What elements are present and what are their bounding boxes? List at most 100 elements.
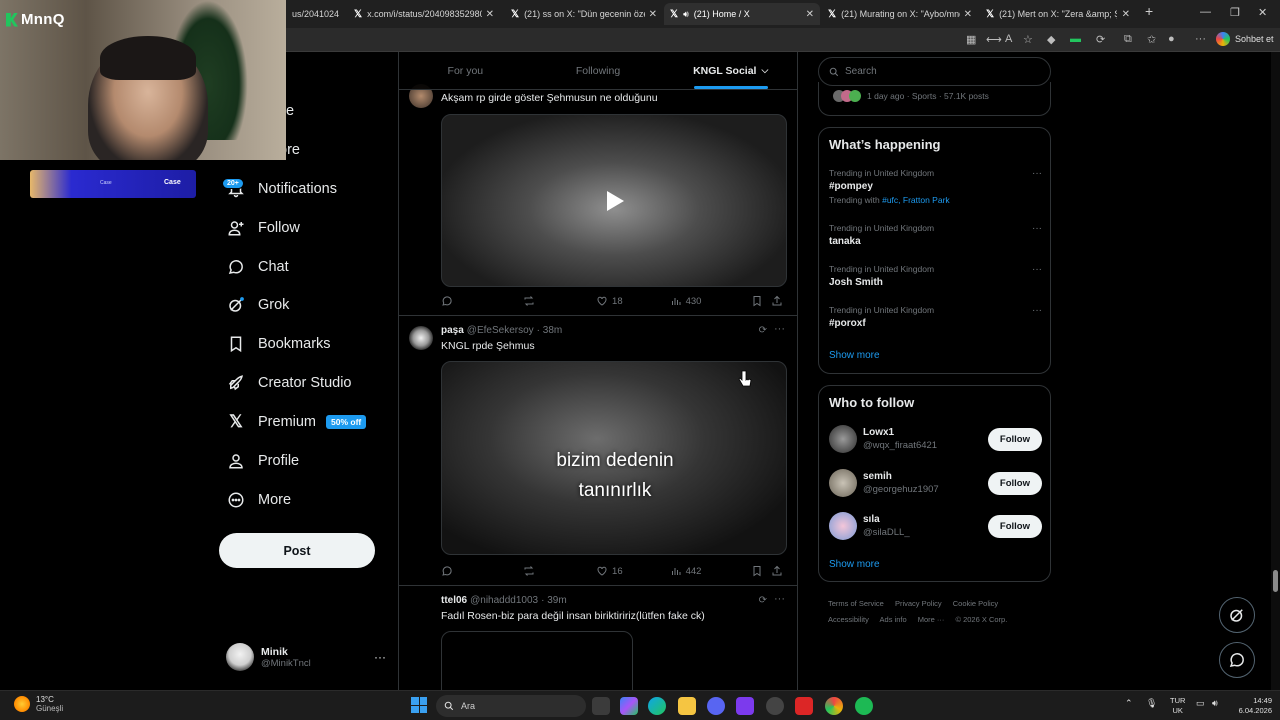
more-dots-icon[interactable]: ··· xyxy=(1032,168,1042,179)
more-dots-icon[interactable]: ··· xyxy=(774,593,785,605)
taskbar-search[interactable]: Ara xyxy=(436,695,586,717)
browser-tab-active[interactable]: 𝕏 🔊︎ (21) Home / X ✕ xyxy=(664,3,820,25)
menu-dots-icon[interactable]: ··· xyxy=(1195,33,1206,45)
grok-icon[interactable]: ⟳ xyxy=(759,595,767,606)
adobe-icon[interactable] xyxy=(795,697,813,715)
nav-item-partial-label[interactable]: e xyxy=(286,103,294,119)
more-dots-icon[interactable]: ··· xyxy=(374,650,386,664)
avatar[interactable] xyxy=(409,326,433,350)
system-clock[interactable]: 14:49 6.04.2026 xyxy=(1226,696,1272,716)
footer-link[interactable]: Privacy Policy xyxy=(895,599,942,608)
scrollbar-thumb[interactable] xyxy=(1273,570,1278,592)
sidebar-item-creator-studio[interactable]: Creator Studio xyxy=(226,370,352,396)
microphone-icon[interactable]: 🎙︎ xyxy=(1146,698,1157,709)
browser-tab[interactable]: 𝕏 (21) Mert on X: "Zera &amp; Şehm ✕ xyxy=(980,3,1136,25)
sidebar-item-profile[interactable]: Profile xyxy=(226,448,299,474)
follow-suggestion[interactable]: Lowx1 @wqx_firaat6421 Follow xyxy=(829,422,1042,456)
copilot-icon[interactable] xyxy=(620,697,638,715)
trend-item[interactable]: Trending in United Kingdom Josh Smith ··… xyxy=(829,264,1042,288)
extension-green-icon[interactable]: ▬ xyxy=(1070,33,1081,45)
page-scrollbar[interactable] xyxy=(1271,52,1280,690)
live-event-card[interactable]: 1 day ago · Sports · 57.1K posts xyxy=(818,82,1051,116)
show-more-link[interactable]: Show more xyxy=(829,559,880,570)
close-icon[interactable]: ✕ xyxy=(960,9,972,20)
more-dots-icon[interactable]: ··· xyxy=(1032,223,1042,234)
tab-following[interactable]: Following xyxy=(532,52,665,89)
follow-button[interactable]: Follow xyxy=(987,427,1042,451)
trend-item[interactable]: Trending in United Kingdom #poroxf ··· xyxy=(829,305,1042,329)
footer-link[interactable]: Terms of Service xyxy=(828,599,884,608)
extension-icon[interactable]: ◆ xyxy=(1047,33,1055,46)
bookmark-button[interactable] xyxy=(751,295,771,307)
more-dots-icon[interactable]: ··· xyxy=(1032,305,1042,316)
chat-fab-button[interactable] xyxy=(1219,642,1255,678)
close-icon[interactable]: ✕ xyxy=(482,9,494,20)
footer-link[interactable]: More ··· xyxy=(918,615,945,624)
post[interactable]: ttel06 @nihaddd1003 · 39m ⟳ ··· Fadıl Ro… xyxy=(399,586,797,690)
avatar[interactable] xyxy=(829,425,857,453)
close-icon[interactable]: ✕ xyxy=(802,9,814,20)
follow-suggestion[interactable]: sıla @silaDLL_ Follow xyxy=(829,509,1042,543)
reply-button[interactable] xyxy=(441,295,523,307)
trend-item[interactable]: Trending in United Kingdom #pompey Trend… xyxy=(829,168,1042,205)
post-time[interactable]: · 39m xyxy=(541,595,567,606)
maximize-button[interactable]: ❐ xyxy=(1230,6,1240,19)
post-video[interactable]: bizim dedenin tanınırlık xyxy=(441,361,787,555)
sidebar-item-premium[interactable]: 𝕏 Premium 50% off xyxy=(226,409,367,435)
footer-link[interactable]: Ads info xyxy=(880,615,907,624)
footer-link[interactable]: Accessibility xyxy=(828,615,869,624)
account-switcher[interactable]: Minik @MinikTncl ··· xyxy=(226,640,386,674)
sidebar-item-more[interactable]: More xyxy=(226,487,291,513)
browser-tab[interactable]: 𝕏 (21) Murating on X: "Aybo/mnq b ✕ xyxy=(822,3,978,25)
favorite-icon[interactable]: ☆ xyxy=(1023,33,1033,46)
share-button[interactable] xyxy=(771,295,787,307)
file-explorer-icon[interactable] xyxy=(678,697,696,715)
start-button[interactable] xyxy=(411,697,427,713)
spotify-icon[interactable] xyxy=(855,697,873,715)
minimize-button[interactable]: — xyxy=(1200,6,1211,18)
browser-tab[interactable]: 𝕏 (21) ss on X: "Dün gecenin özeti y ✕ xyxy=(505,3,663,25)
sidebar-item-chat[interactable]: Chat xyxy=(226,254,289,280)
author-handle[interactable]: @EfeSekersoy xyxy=(467,325,534,336)
share-button[interactable] xyxy=(771,565,787,577)
post-time[interactable]: · 38m xyxy=(537,325,563,336)
repost-button[interactable] xyxy=(523,295,597,307)
sidebar-item-bookmarks[interactable]: Bookmarks xyxy=(226,331,331,357)
tray-chevron-up-icon[interactable]: ⌃ xyxy=(1125,698,1133,709)
footer-link[interactable]: Cookie Policy xyxy=(953,599,998,608)
close-icon[interactable]: ✕ xyxy=(339,9,344,20)
favorites-bar-icon[interactable]: ✩ xyxy=(1147,33,1156,46)
edge-icon[interactable] xyxy=(648,697,666,715)
tab-kngl-social[interactable]: KNGL Social ⌵ xyxy=(664,52,797,89)
avatar[interactable] xyxy=(829,469,857,497)
follow-button[interactable]: Follow xyxy=(987,471,1042,495)
like-button[interactable]: 18 xyxy=(596,295,670,307)
follow-suggestion[interactable]: semih @georgehuz1907 Follow xyxy=(829,466,1042,500)
repost-button[interactable] xyxy=(523,565,597,577)
post[interactable]: Akşam rp girde göster Şehmusun ne olduğu… xyxy=(399,78,797,316)
profile-icon[interactable]: ● xyxy=(1168,33,1175,45)
weather-widget[interactable]: 13°C Güneşli xyxy=(14,695,63,713)
views-button[interactable]: 430 xyxy=(670,295,752,307)
like-button[interactable]: 16 xyxy=(596,565,670,577)
close-icon[interactable]: ✕ xyxy=(1118,9,1130,20)
avatar[interactable] xyxy=(829,512,857,540)
follow-button[interactable]: Follow xyxy=(987,514,1042,538)
trend-item[interactable]: Trending in United Kingdom tanaka ··· xyxy=(829,223,1042,247)
bookmark-button[interactable] xyxy=(751,565,771,577)
discord-icon[interactable] xyxy=(707,697,725,715)
input-language[interactable]: TUR UK xyxy=(1170,696,1185,716)
post-button[interactable]: Post xyxy=(219,533,375,568)
more-dots-icon[interactable]: ··· xyxy=(1032,264,1042,275)
post[interactable]: paşa @EfeSekersoy · 38m ⟳ ··· KNGL rpde … xyxy=(399,316,797,586)
play-icon[interactable] xyxy=(595,181,635,221)
steam-icon[interactable] xyxy=(766,697,784,715)
sidebar-item-grok[interactable]: Grok xyxy=(226,292,289,318)
grid-icon[interactable]: ▦ xyxy=(966,33,976,46)
trend-related-tags[interactable]: #ufc, Fratton Park xyxy=(882,195,950,205)
obs-icon[interactable] xyxy=(736,697,754,715)
author-name[interactable]: paşa xyxy=(441,325,464,336)
post-video[interactable] xyxy=(441,114,787,287)
views-button[interactable]: 442 xyxy=(670,565,752,577)
speaker-icon[interactable]: 🔊︎ xyxy=(683,9,689,20)
